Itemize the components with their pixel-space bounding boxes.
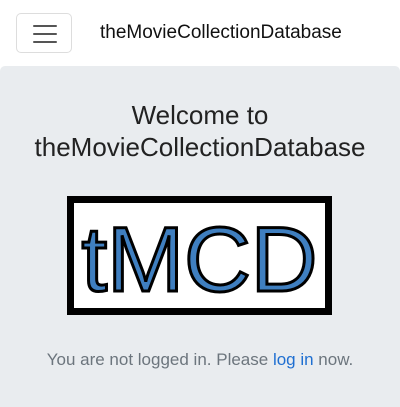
welcome-jumbotron: Welcome to theMovieCollectionDatabase tM… — [0, 66, 400, 407]
title-line-2: theMovieCollectionDatabase — [34, 132, 366, 162]
navbar: theMovieCollectionDatabase — [0, 0, 400, 66]
navbar-brand-link[interactable]: theMovieCollectionDatabase — [100, 22, 342, 44]
message-text-before: You are not logged in. Please — [46, 350, 273, 369]
tmcd-logo: tMCD — [67, 196, 332, 315]
hamburger-menu-icon — [33, 33, 57, 35]
logo-frame: tMCD — [74, 203, 325, 308]
login-status-message: You are not logged in. Please log in now… — [0, 350, 400, 370]
logo-graphic: tMCD — [80, 208, 319, 309]
login-link[interactable]: log in — [273, 350, 314, 369]
page-title: Welcome to theMovieCollectionDatabase — [0, 99, 400, 163]
navbar-toggler-button[interactable] — [16, 13, 72, 53]
hamburger-menu-icon — [33, 41, 57, 43]
hamburger-menu-icon — [33, 25, 57, 27]
title-line-1: Welcome to — [131, 100, 269, 130]
message-text-after: now. — [313, 350, 354, 369]
logo-text: tMCD — [82, 209, 318, 308]
